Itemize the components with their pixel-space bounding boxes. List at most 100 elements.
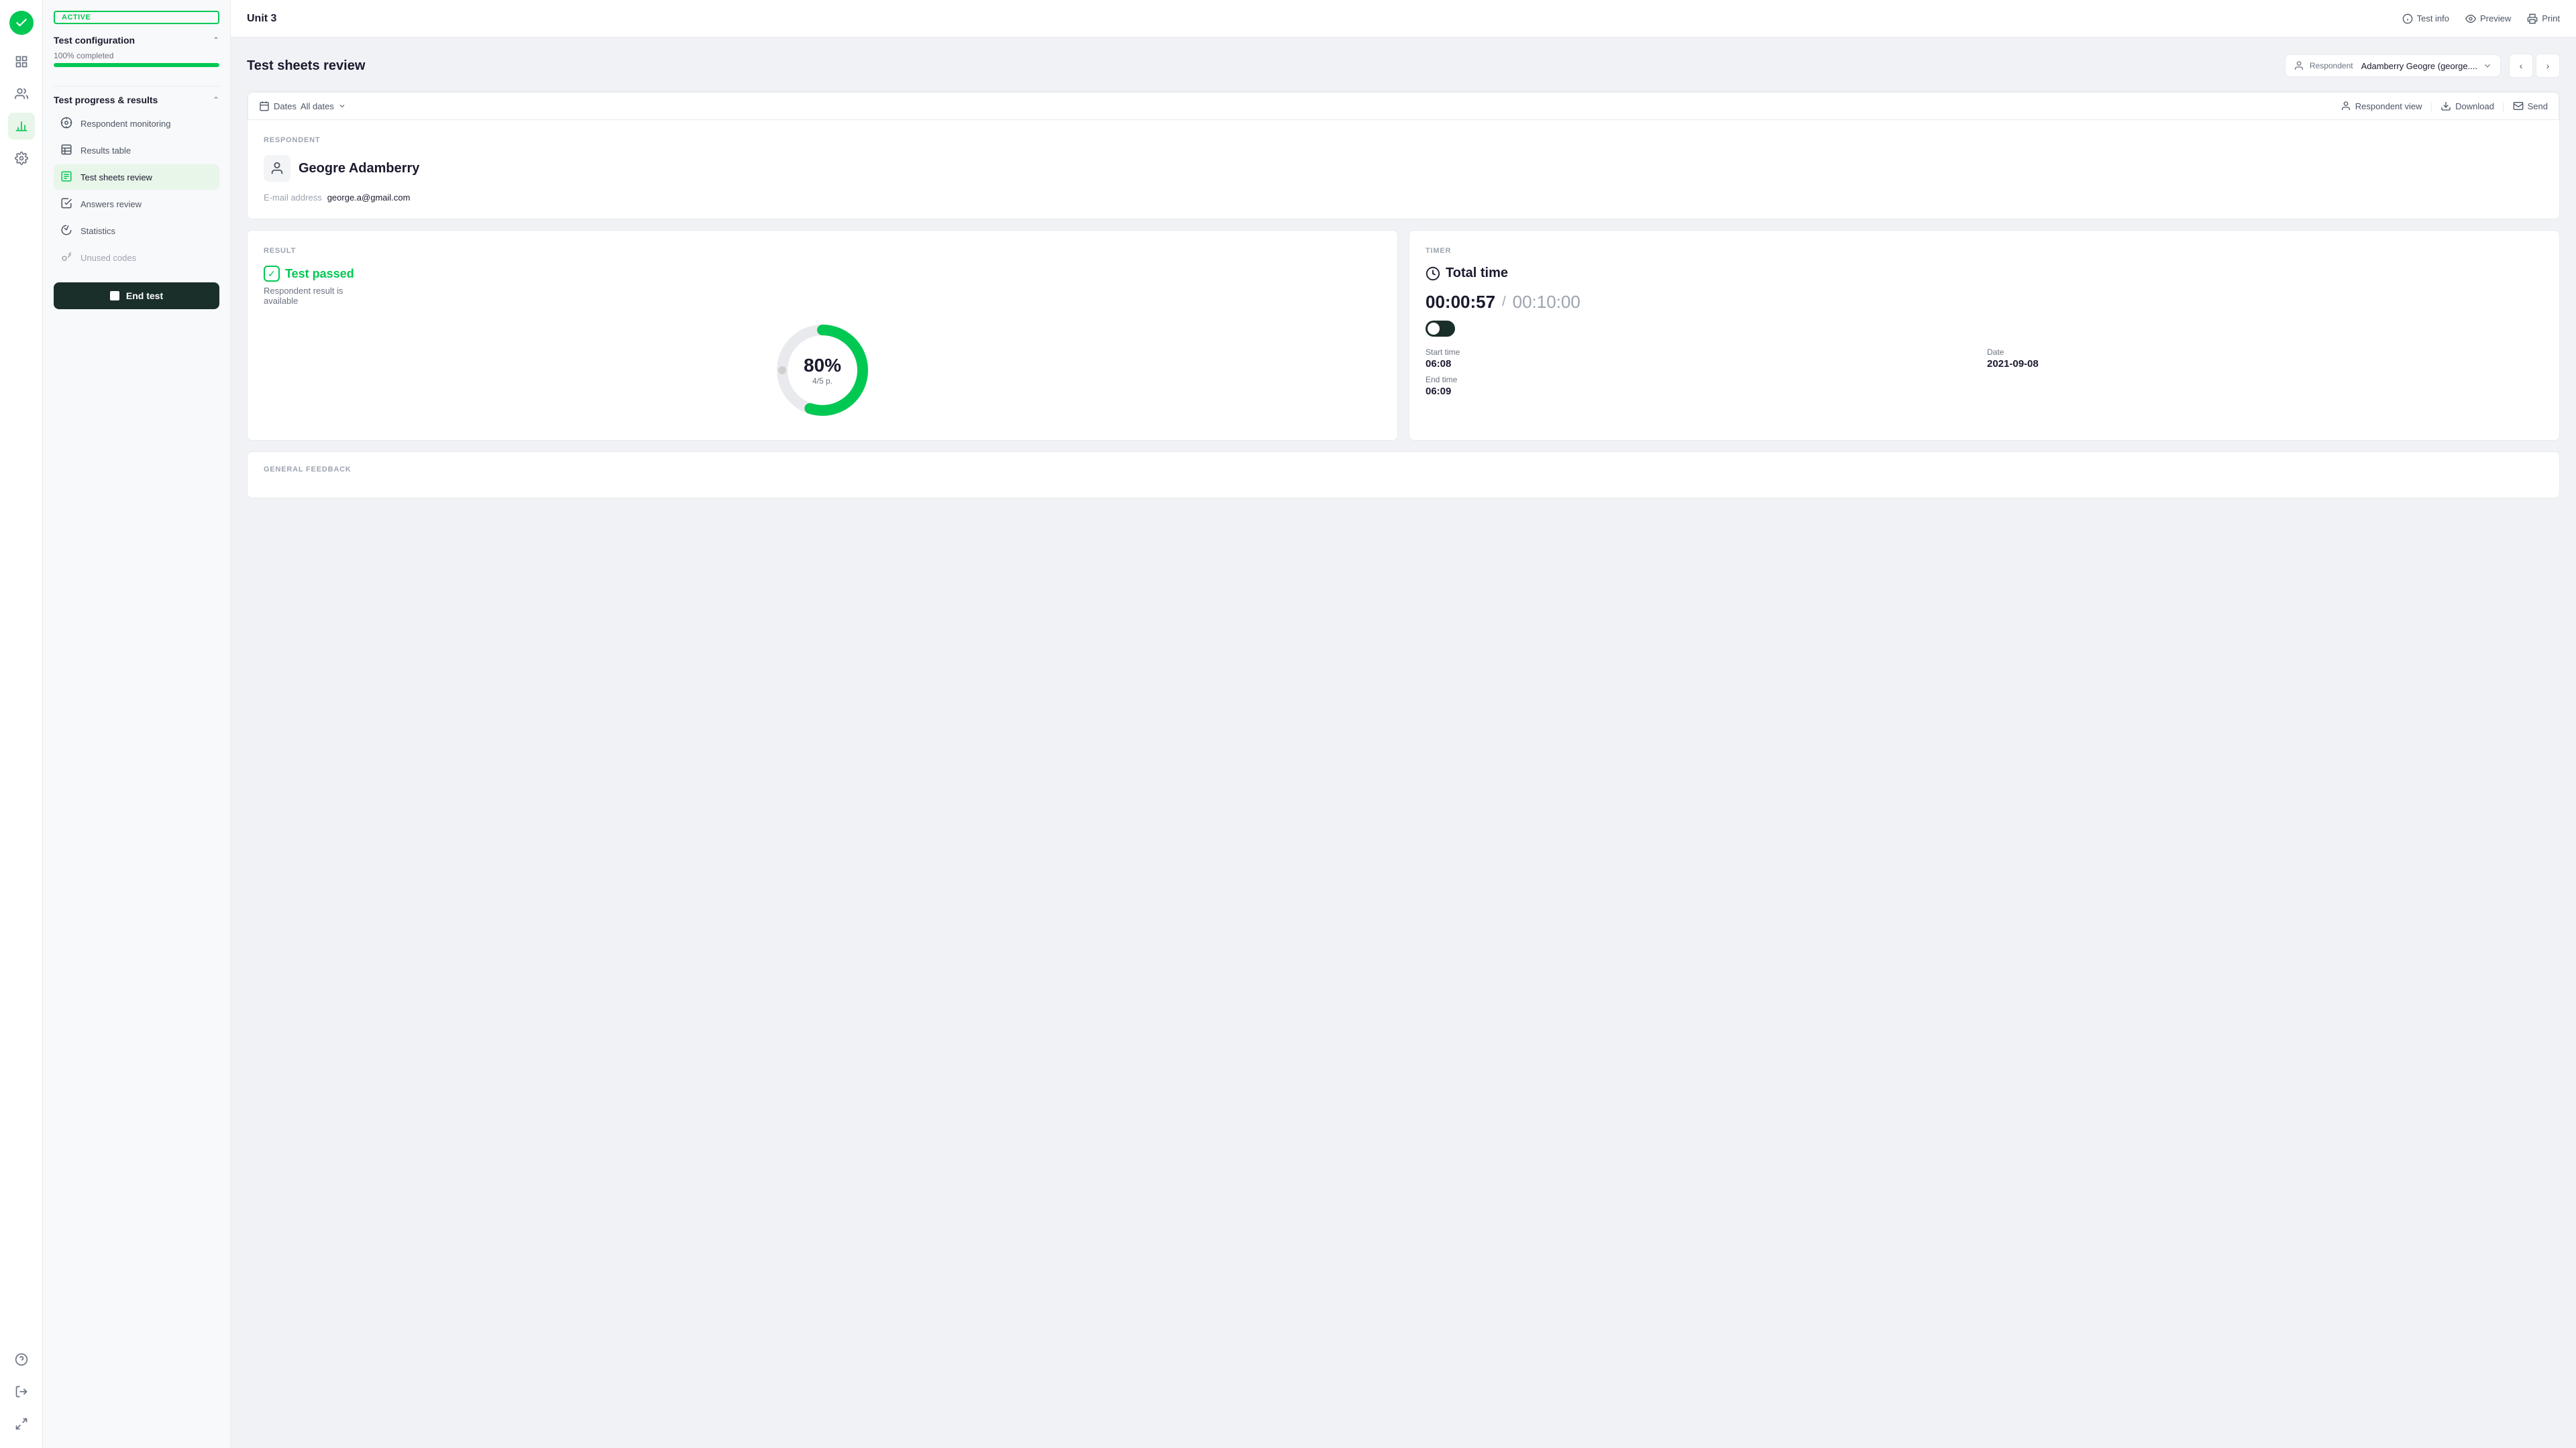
download-button[interactable]: Download [2440,101,2494,111]
result-card: RESULT ✓ Test passed Respondent result i… [247,230,1398,441]
print-icon [2527,13,2538,24]
result-desc: Respondent result is available [264,286,1381,306]
sidebar-item-respondent-monitoring-label: Respondent monitoring [80,119,170,129]
respondent-info: Geogre Adamberry [264,155,2543,182]
sidebar-item-statistics[interactable]: Statistics [54,218,219,243]
end-time-label: End time [1426,375,1982,384]
progress-label: 100% completed [54,51,219,60]
send-icon [2513,101,2524,111]
monitor-icon [60,117,74,130]
table-icon [60,144,74,157]
next-respondent-button[interactable]: › [2536,54,2560,78]
expand-icon[interactable] [8,1410,35,1437]
timer-values: 00:00:57 / 00:10:00 [1426,292,2543,313]
respondent-view-label: Respondent view [2355,101,2422,111]
timer-title: Total time [1446,266,1508,281]
test-info-button[interactable]: Test info [2402,13,2449,24]
chart-icon[interactable] [8,113,35,140]
preview-icon [2465,13,2476,24]
sidebar-item-respondent-monitoring[interactable]: Respondent monitoring [54,111,219,136]
date-label: Date [1987,347,2543,357]
progress-track [54,63,219,67]
sidebar-item-answers-review[interactable]: Answers review [54,191,219,217]
person-icon [2294,60,2304,71]
start-time-value: 06:08 [1426,358,1982,370]
email-label: E-mail address [264,192,322,203]
send-button[interactable]: Send [2513,101,2548,111]
result-timer-row: RESULT ✓ Test passed Respondent result i… [247,230,2560,441]
test-progress-title: Test progress & results [54,95,158,105]
result-status-text: Test passed [285,267,354,281]
timer-elapsed: 00:00:57 [1426,292,1495,313]
test-progress-section[interactable]: Test progress & results ⌃ [54,95,219,105]
end-test-label: End test [126,290,163,301]
respondent-fullname: Geogre Adamberry [299,161,419,176]
info-icon [2402,13,2413,24]
question-icon[interactable] [8,1346,35,1373]
feedback-section: GENERAL FEEDBACK [247,451,2560,498]
respondent-label: Respondent [2310,61,2353,70]
progress-fill [54,63,219,67]
filter-bar: Dates All dates Respondent view | [248,92,2559,119]
stats-icon [60,224,74,237]
filter-sep-2: | [2502,101,2505,111]
grid-icon[interactable] [8,48,35,75]
sidebar-item-unused-codes[interactable]: Unused codes [54,245,219,270]
respondent-view-icon [2341,101,2351,111]
nav-rail [0,0,43,1448]
sidebar-item-unused-codes-label: Unused codes [80,253,136,263]
sidebar-item-results-table-label: Results table [80,146,131,156]
active-badge: ACTIVE [54,11,219,24]
start-time-label: Start time [1426,347,1982,357]
sidebar-item-test-sheets-review-label: Test sheets review [80,172,152,182]
sidebar-divider [54,86,219,87]
timer-sep: / [1502,294,1506,310]
general-feedback-label: GENERAL FEEDBACK [264,465,2543,474]
exit-icon[interactable] [8,1378,35,1405]
result-status-row: ✓ Test passed [264,266,1381,282]
gear-icon[interactable] [8,145,35,172]
main-area: Unit 3 Test info Preview [231,0,2576,1448]
download-label: Download [2455,101,2494,111]
nav-arrows: ‹ › [2509,54,2560,78]
filter-respondent-container: Dates All dates Respondent view | [247,91,2560,219]
timer-toggle[interactable] [1426,321,1455,337]
dates-label: Dates [274,101,297,111]
review-header: Test sheets review Respondent Adamberry … [247,54,2560,78]
prev-respondent-button[interactable]: ‹ [2509,54,2533,78]
dropdown-chevron-icon [2483,61,2492,70]
sidebar-item-results-table[interactable]: Results table [54,137,219,163]
preview-button[interactable]: Preview [2465,13,2511,24]
print-label: Print [2542,13,2560,23]
timer-details: Start time 06:08 Date 2021-09-08 End tim… [1426,347,2543,397]
calendar-icon [259,101,270,111]
test-progress-chevron-icon: ⌃ [213,95,219,105]
respondent-name: Adamberry Geogre (george.... [2361,61,2477,71]
users-icon[interactable] [8,80,35,107]
dates-chevron-icon [338,102,346,110]
test-info-label: Test info [2417,13,2449,23]
donut-percent: 80% [804,355,841,376]
respondent-section: RESPONDENT Geogre Adamberry E-mail addre… [248,119,2559,219]
respondent-email-row: E-mail address george.a@gmail.com [264,192,2543,203]
respondent-view-button[interactable]: Respondent view [2341,101,2422,111]
respondent-selector[interactable]: Respondent Adamberry Geogre (george.... [2285,54,2501,77]
content-area: Test sheets review Respondent Adamberry … [231,38,2576,1448]
header-actions: Test info Preview Print [2402,13,2560,24]
review-title: Test sheets review [247,58,365,74]
toggle-thumb [1428,323,1440,335]
respondent-section-label: RESPONDENT [264,136,2543,144]
end-test-button[interactable]: End test [54,282,219,309]
test-config-title: Test configuration [54,35,135,46]
stop-icon [110,291,119,300]
print-button[interactable]: Print [2527,13,2560,24]
sidebar-item-test-sheets-review[interactable]: Test sheets review [54,164,219,190]
result-status-icon: ✓ [264,266,280,282]
dates-filter[interactable]: Dates All dates [259,101,346,111]
app-logo[interactable] [9,11,34,35]
end-time-value: 06:09 [1426,386,1982,397]
sidebar-item-statistics-label: Statistics [80,226,115,236]
download-icon [2440,101,2451,111]
test-config-section[interactable]: Test configuration ⌃ [54,35,219,46]
donut-score: 4/5 p. [804,376,841,386]
